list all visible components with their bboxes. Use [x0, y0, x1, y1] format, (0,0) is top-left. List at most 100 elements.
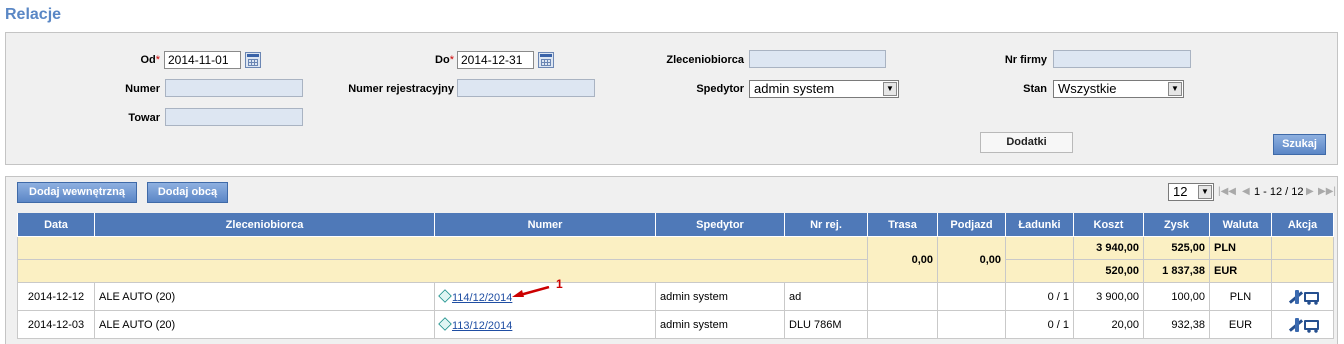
first-page-icon[interactable]: |◀◀	[1218, 185, 1236, 199]
annotation-number: 1	[556, 277, 563, 291]
document-icon	[438, 316, 452, 331]
spedytor-select[interactable]: admin system ▼	[749, 80, 899, 98]
calendar-icon[interactable]	[538, 52, 554, 68]
chevron-down-icon[interactable]: ▼	[883, 82, 897, 96]
cell-podjazd	[937, 310, 1006, 339]
cell-data: 2014-12-03	[17, 310, 95, 339]
annotation-arrow	[512, 286, 550, 297]
column-header-waluta[interactable]: Waluta	[1209, 213, 1272, 237]
summary-waluta: PLN	[1209, 236, 1272, 260]
document-icon	[438, 288, 452, 303]
last-page-icon[interactable]: ▶▶|	[1318, 185, 1336, 199]
column-header-podjazd[interactable]: Podjazd	[937, 213, 1006, 237]
cell-akcja	[1271, 310, 1334, 339]
towar-input[interactable]	[165, 108, 303, 126]
do-label: Do*	[435, 54, 454, 66]
numer-rejestracyjny-input[interactable]	[457, 79, 595, 97]
cell-nr-rej: ad	[784, 282, 868, 311]
cell-ladunki: 0 / 1	[1005, 282, 1074, 311]
column-header-spedytor[interactable]: Spedytor	[655, 213, 785, 237]
numer-label: Numer	[125, 83, 160, 95]
szukaj-button[interactable]: Szukaj	[1273, 134, 1326, 155]
numer-input[interactable]	[165, 79, 303, 97]
od-date-input[interactable]: 2014-11-01	[164, 51, 241, 69]
zleceniobiorca-input[interactable]	[749, 50, 886, 68]
spedytor-label: Spedytor	[696, 83, 744, 95]
cell-podjazd	[937, 282, 1006, 311]
summary-spacer	[17, 259, 868, 283]
stan-select[interactable]: Wszystkie ▼	[1053, 80, 1184, 98]
cell-zysk: 932,38	[1143, 310, 1210, 339]
cell-zysk: 100,00	[1143, 282, 1210, 311]
nr-firmy-label: Nr firmy	[1004, 54, 1047, 66]
numer-link[interactable]: 113/12/2014	[452, 320, 512, 332]
cell-zleceniobiorca: ALE AUTO (20)	[94, 282, 435, 311]
calendar-icon[interactable]	[245, 52, 261, 68]
relations-table: Data Zleceniobiorca Numer Spedytor Nr re…	[17, 213, 1334, 339]
summary-ladunki	[1005, 259, 1074, 283]
next-page-icon[interactable]: ▶	[1306, 185, 1314, 199]
truck-icon[interactable]	[1303, 319, 1319, 333]
summary-row: 520,00 1 837,38 EUR	[17, 259, 1334, 283]
column-header-zysk[interactable]: Zysk	[1143, 213, 1210, 237]
cell-koszt: 20,00	[1073, 310, 1144, 339]
od-label: Od*	[140, 54, 160, 66]
summary-akcja	[1271, 259, 1334, 283]
cell-numer: 113/12/2014	[434, 310, 656, 339]
summary-koszt: 3 940,00	[1073, 236, 1144, 260]
table-header: Data Zleceniobiorca Numer Spedytor Nr re…	[17, 213, 1334, 237]
summary-waluta: EUR	[1209, 259, 1272, 283]
truck-icon[interactable]	[1303, 291, 1319, 305]
spedytor-value: admin system	[754, 81, 835, 96]
column-header-trasa[interactable]: Trasa	[867, 213, 938, 237]
chevron-down-icon[interactable]: ▼	[1198, 185, 1212, 199]
numer-link[interactable]: 114/12/2014	[452, 292, 512, 304]
row-actions	[1286, 289, 1320, 305]
column-header-data[interactable]: Data	[17, 213, 95, 237]
edit-icon[interactable]	[1294, 317, 1299, 332]
table-row[interactable]: 2014-12-03 ALE AUTO (20) 113/12/2014 adm…	[17, 310, 1334, 339]
stan-value: Wszystkie	[1058, 81, 1117, 96]
prev-page-icon[interactable]: ◀	[1242, 185, 1250, 199]
column-header-koszt[interactable]: Koszt	[1073, 213, 1144, 237]
page-size-value: 12	[1173, 184, 1188, 199]
page-title: Relacje	[5, 6, 62, 23]
do-date-input[interactable]: 2014-12-31	[457, 51, 534, 69]
nr-firmy-input[interactable]	[1053, 50, 1191, 68]
cell-ladunki: 0 / 1	[1005, 310, 1074, 339]
cell-trasa	[867, 310, 938, 339]
cell-data: 2014-12-12	[17, 282, 95, 311]
cell-akcja	[1271, 282, 1334, 311]
column-header-zleceniobiorca[interactable]: Zleceniobiorca	[94, 213, 435, 237]
column-header-ladunki[interactable]: Ładunki	[1005, 213, 1074, 237]
stan-label: Stan	[1023, 83, 1047, 95]
summary-row: 0,00 0,00 3 940,00 525,00 PLN	[17, 236, 1334, 283]
cell-waluta: PLN	[1209, 282, 1272, 311]
cell-koszt: 3 900,00	[1073, 282, 1144, 311]
summary-zysk: 1 837,38	[1143, 259, 1210, 283]
column-header-nr-rej[interactable]: Nr rej.	[784, 213, 868, 237]
page-size-select[interactable]: 12 ▼	[1168, 183, 1214, 201]
add-internal-button[interactable]: Dodaj wewnętrzną	[17, 182, 137, 203]
summary-spacer	[17, 236, 868, 260]
dodatki-button[interactable]: Dodatki	[980, 132, 1073, 153]
cell-waluta: EUR	[1209, 310, 1272, 339]
column-header-numer[interactable]: Numer	[434, 213, 656, 237]
summary-koszt: 520,00	[1073, 259, 1144, 283]
edit-icon[interactable]	[1294, 289, 1299, 304]
summary-akcja	[1271, 236, 1334, 260]
zleceniobiorca-label: Zleceniobiorca	[666, 54, 744, 66]
cell-spedytor: admin system	[655, 282, 785, 311]
cell-zleceniobiorca: ALE AUTO (20)	[94, 310, 435, 339]
numer-rejestracyjny-label: Numer rejestracyjny	[348, 83, 454, 95]
chevron-down-icon[interactable]: ▼	[1168, 82, 1182, 96]
add-external-button[interactable]: Dodaj obcą	[147, 182, 228, 203]
cell-spedytor: admin system	[655, 310, 785, 339]
page-info: 1 - 12 / 12	[1254, 186, 1304, 198]
cell-trasa	[867, 282, 938, 311]
summary-trasa: 0,00	[867, 236, 938, 283]
summary-zysk: 525,00	[1143, 236, 1210, 260]
column-header-akcja[interactable]: Akcja	[1271, 213, 1334, 237]
table-row[interactable]: 2014-12-12 ALE AUTO (20) 114/12/2014 adm…	[17, 282, 1334, 311]
row-actions	[1286, 317, 1320, 333]
